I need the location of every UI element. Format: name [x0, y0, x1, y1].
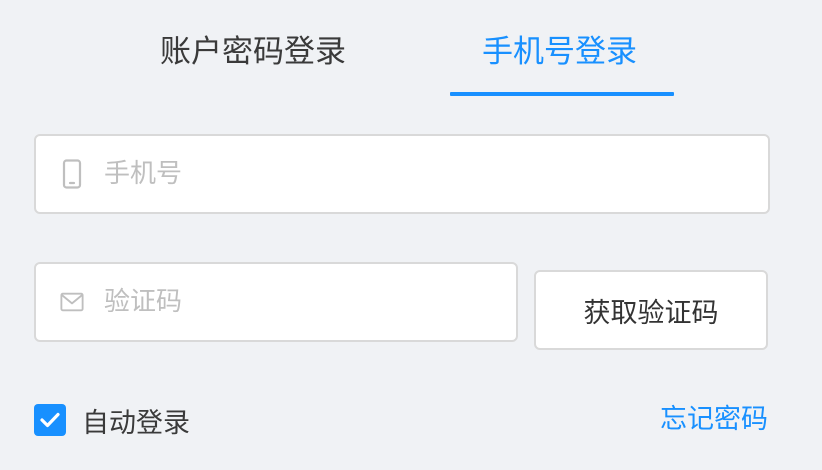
auto-login-checkbox[interactable]: 自动登录	[34, 400, 190, 440]
mail-icon	[60, 285, 84, 319]
checkbox-checked-icon[interactable]	[34, 404, 66, 436]
tab-mobile-login[interactable]: 手机号登录	[482, 28, 637, 76]
mobile-icon	[60, 157, 84, 191]
code-input[interactable]	[104, 264, 504, 340]
forgot-password-link[interactable]: 忘记密码	[660, 400, 768, 440]
phone-input[interactable]	[104, 136, 756, 212]
get-captcha-button[interactable]: 获取验证码	[534, 270, 768, 350]
auto-login-label: 自动登录	[82, 407, 190, 439]
phone-field[interactable]	[34, 134, 770, 214]
code-field[interactable]	[34, 262, 518, 342]
tab-account-password-login[interactable]: 账户密码登录	[160, 28, 346, 76]
active-tab-indicator	[450, 92, 674, 96]
